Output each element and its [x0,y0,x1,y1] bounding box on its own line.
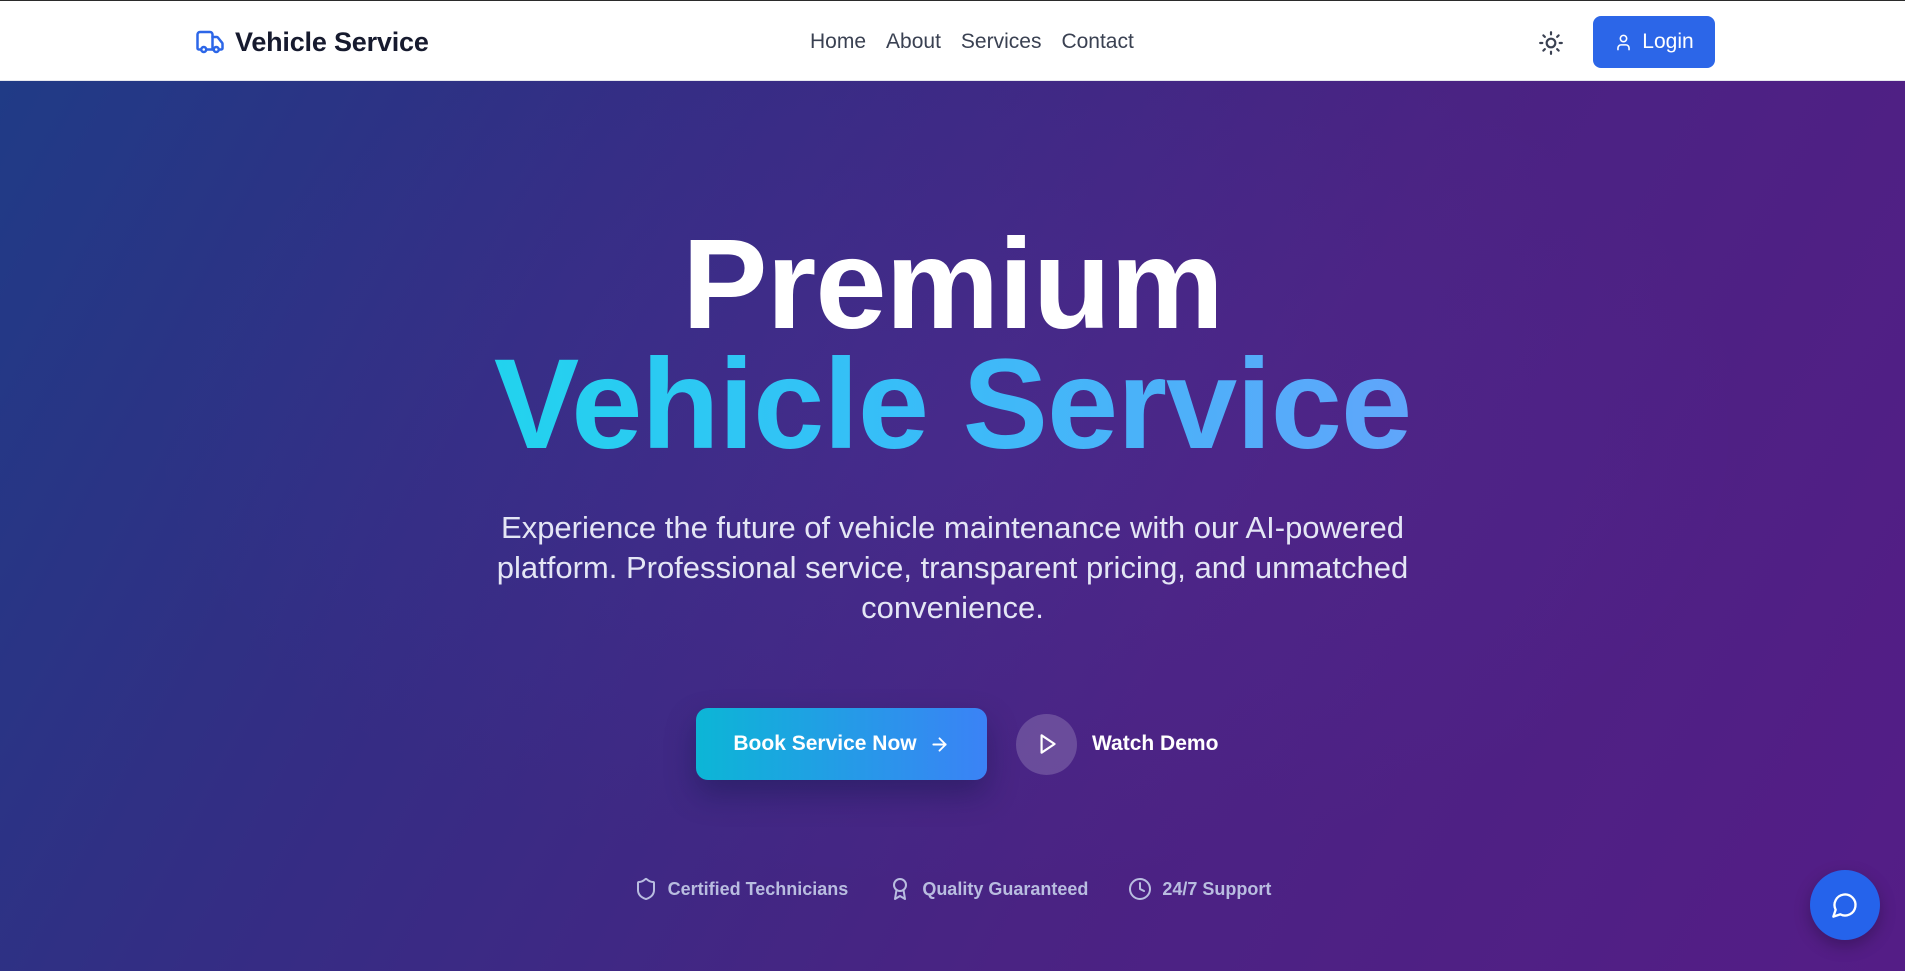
feature-badges: Certified Technicians Quality Guaranteed… [0,877,1905,901]
chat-button[interactable] [1810,870,1880,940]
feature-24-7-support: 24/7 Support [1128,877,1271,901]
top-navigation-bar: Vehicle Service Home About Services Cont… [0,0,1905,81]
brand-name: Vehicle Service [235,26,429,57]
book-service-label: Book Service Now [733,732,917,755]
feature-certified-technicians: Certified Technicians [634,877,849,901]
login-label: Login [1642,30,1694,53]
feature-label: Certified Technicians [667,878,849,899]
shield-icon [636,878,655,901]
brand-logo-link[interactable]: Vehicle Service [194,25,429,59]
book-service-button[interactable]: Book Service Now [696,708,987,780]
feature-quality-guaranteed: Quality Guaranteed [888,877,1088,901]
chat-bubble-icon [1832,893,1857,918]
main-nav: Home About Services Contact [810,27,1134,57]
login-button[interactable]: Login [1593,16,1715,68]
hero-title-line1: Premium [682,213,1224,356]
nav-link-home[interactable]: Home [810,27,866,57]
watch-demo-button[interactable]: Watch Demo [1016,713,1218,775]
sun-icon [1538,31,1563,55]
arrow-right-icon [932,736,947,752]
feature-label: Quality Guaranteed [922,878,1089,899]
play-button-circle [1016,713,1077,775]
nav-link-contact[interactable]: Contact [1061,27,1133,57]
clock-icon [1129,878,1152,900]
award-icon [893,878,908,900]
truck-icon [196,30,224,54]
hero-section: Premium Vehicle Service Experience the f… [0,81,1905,971]
nav-link-services[interactable]: Services [961,27,1042,57]
hero-subtitle: Experience the future of vehicle mainten… [496,510,1409,625]
nav-link-about[interactable]: About [886,27,941,57]
theme-toggle-button[interactable] [1533,27,1568,59]
user-icon [1617,34,1631,50]
hero-title-line2: Vehicle Service [0,341,1905,469]
feature-label: 24/7 Support [1162,878,1272,899]
watch-demo-label: Watch Demo [1092,732,1219,755]
play-icon [1040,734,1056,754]
hero-title-gradient-text: Vehicle Service [493,333,1412,476]
